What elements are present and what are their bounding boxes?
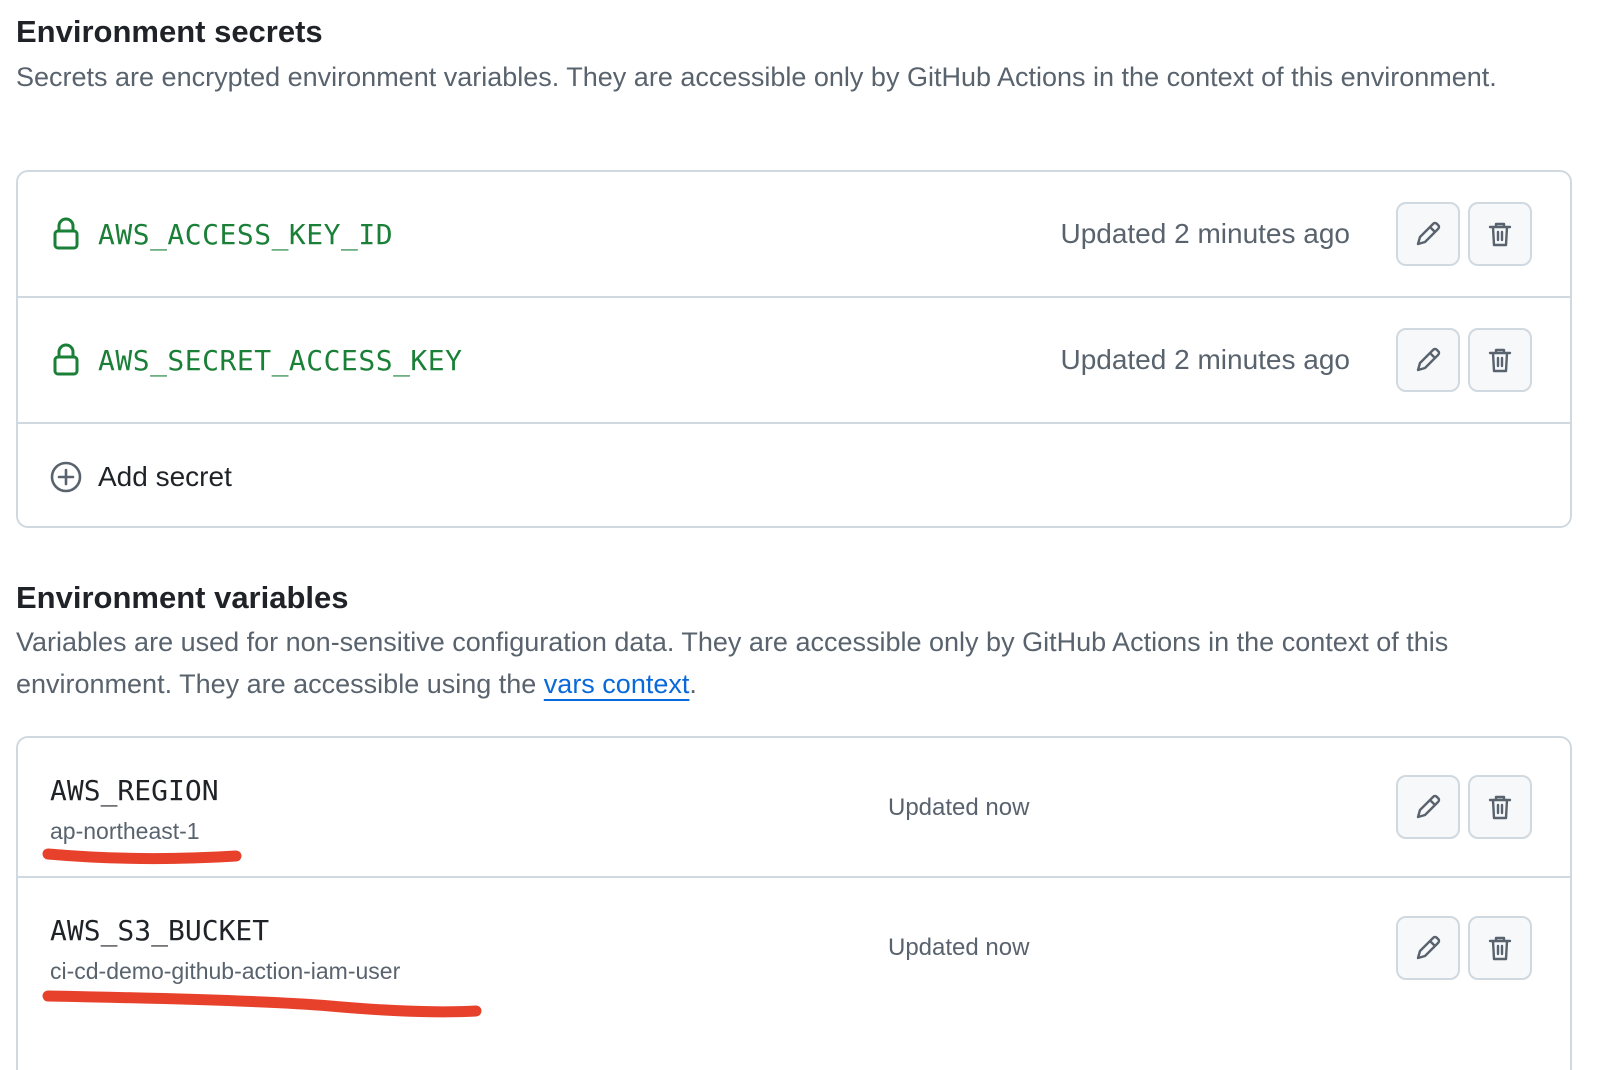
trash-icon — [1488, 348, 1512, 373]
pencil-icon — [1416, 935, 1441, 960]
secret-row: AWS_SECRET_ACCESS_KEY Updated 2 minutes … — [18, 298, 1570, 424]
variable-row: AWS_REGION ap-northeast-1 Updated now — [18, 738, 1570, 878]
pencil-icon — [1416, 221, 1441, 246]
lock-icon — [53, 217, 79, 250]
variable-updated-time: Updated now — [888, 794, 1030, 821]
pencil-icon — [1416, 794, 1441, 819]
variable-name: AWS_S3_BUCKET — [50, 914, 270, 947]
variables-description-text: Variables are used for non-sensitive con… — [16, 627, 1449, 699]
variables-section-title: Environment variables — [16, 580, 349, 615]
edit-variable-button[interactable] — [1396, 775, 1460, 839]
lock-icon — [53, 343, 79, 376]
secrets-list: AWS_ACCESS_KEY_ID Updated 2 minutes ago … — [16, 170, 1572, 528]
trash-icon — [1488, 795, 1512, 820]
secret-updated-time: Updated 2 minutes ago — [1060, 344, 1350, 375]
secret-updated-time: Updated 2 minutes ago — [1060, 218, 1350, 249]
edit-secret-button[interactable] — [1396, 328, 1460, 392]
delete-secret-button[interactable] — [1468, 328, 1532, 392]
secret-name: AWS_SECRET_ACCESS_KEY — [98, 343, 463, 377]
delete-variable-button[interactable] — [1468, 775, 1532, 839]
trash-icon — [1488, 936, 1512, 961]
secret-name: AWS_ACCESS_KEY_ID — [98, 217, 394, 251]
variables-description-end: . — [689, 669, 697, 699]
variable-value: ap-northeast-1 — [50, 818, 200, 844]
edit-secret-button[interactable] — [1396, 202, 1460, 266]
pencil-icon — [1416, 347, 1441, 372]
environment-settings-page: Environment secrets Secrets are encrypte… — [0, 0, 1602, 1070]
variables-section-description: Variables are used for non-sensitive con… — [16, 621, 1536, 705]
variable-updated-time: Updated now — [888, 934, 1030, 961]
add-secret-button[interactable]: Add secret — [18, 424, 1570, 530]
add-secret-label: Add secret — [98, 461, 232, 492]
vars-context-link[interactable]: vars context — [544, 669, 690, 699]
variable-row: AWS_S3_BUCKET ci-cd-demo-github-action-i… — [18, 878, 1570, 1018]
trash-icon — [1488, 222, 1512, 247]
variable-name: AWS_REGION — [50, 774, 219, 807]
secrets-section-title: Environment secrets — [16, 14, 323, 49]
variable-value: ci-cd-demo-github-action-iam-user — [50, 958, 401, 984]
delete-secret-button[interactable] — [1468, 202, 1532, 266]
secrets-section-description: Secrets are encrypted environment variab… — [16, 62, 1497, 92]
plus-circle-icon — [50, 461, 82, 493]
secret-row: AWS_ACCESS_KEY_ID Updated 2 minutes ago — [18, 172, 1570, 298]
edit-variable-button[interactable] — [1396, 916, 1460, 980]
delete-variable-button[interactable] — [1468, 916, 1532, 980]
variables-list: AWS_REGION ap-northeast-1 Updated now AW… — [16, 736, 1572, 1070]
